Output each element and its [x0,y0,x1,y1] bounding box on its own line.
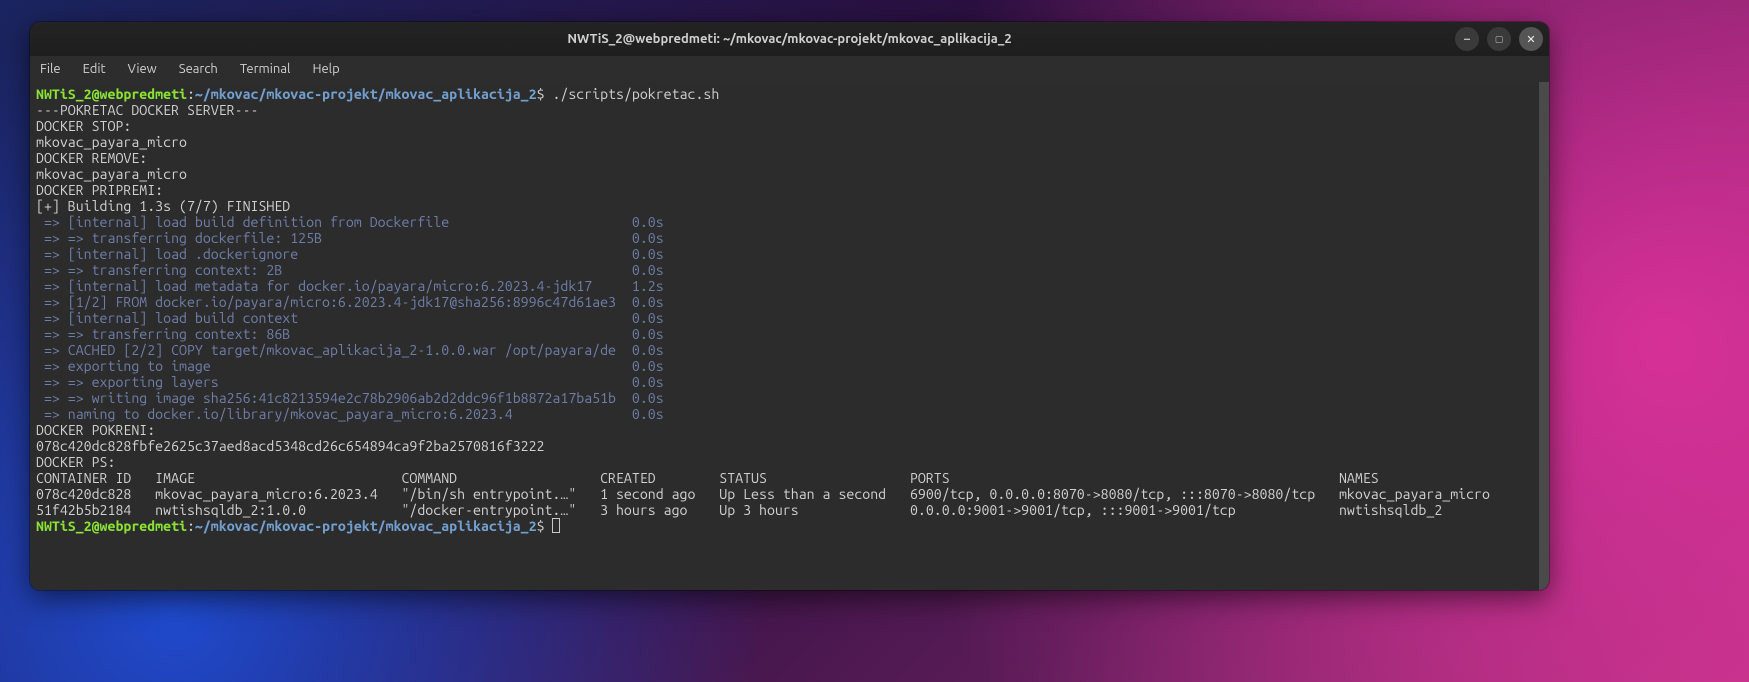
menu-view[interactable]: View [128,62,157,76]
window-controls [1455,27,1543,51]
terminal-area: NWTiS_2@webpredmeti:~/mkovac/mkovac-proj… [30,82,1549,590]
menu-file[interactable]: File [40,62,61,76]
desktop-background: NWTiS_2@webpredmeti: ~/mkovac/mkovac-pro… [0,0,1749,682]
window-title: NWTiS_2@webpredmeti: ~/mkovac/mkovac-pro… [567,32,1011,46]
menu-help[interactable]: Help [312,62,339,76]
terminal-window: NWTiS_2@webpredmeti: ~/mkovac/mkovac-pro… [30,22,1549,590]
scrollbar-thumb[interactable] [1539,82,1549,590]
menubar: File Edit View Search Terminal Help [30,56,1549,82]
titlebar[interactable]: NWTiS_2@webpredmeti: ~/mkovac/mkovac-pro… [30,22,1549,56]
cursor [552,518,560,533]
menu-edit[interactable]: Edit [83,62,106,76]
scrollbar[interactable] [1539,82,1549,590]
menu-search[interactable]: Search [179,62,218,76]
terminal-output[interactable]: NWTiS_2@webpredmeti:~/mkovac/mkovac-proj… [30,82,1539,590]
close-button[interactable] [1519,27,1543,51]
minimize-button[interactable] [1455,27,1479,51]
maximize-button[interactable] [1487,27,1511,51]
menu-terminal[interactable]: Terminal [240,62,291,76]
